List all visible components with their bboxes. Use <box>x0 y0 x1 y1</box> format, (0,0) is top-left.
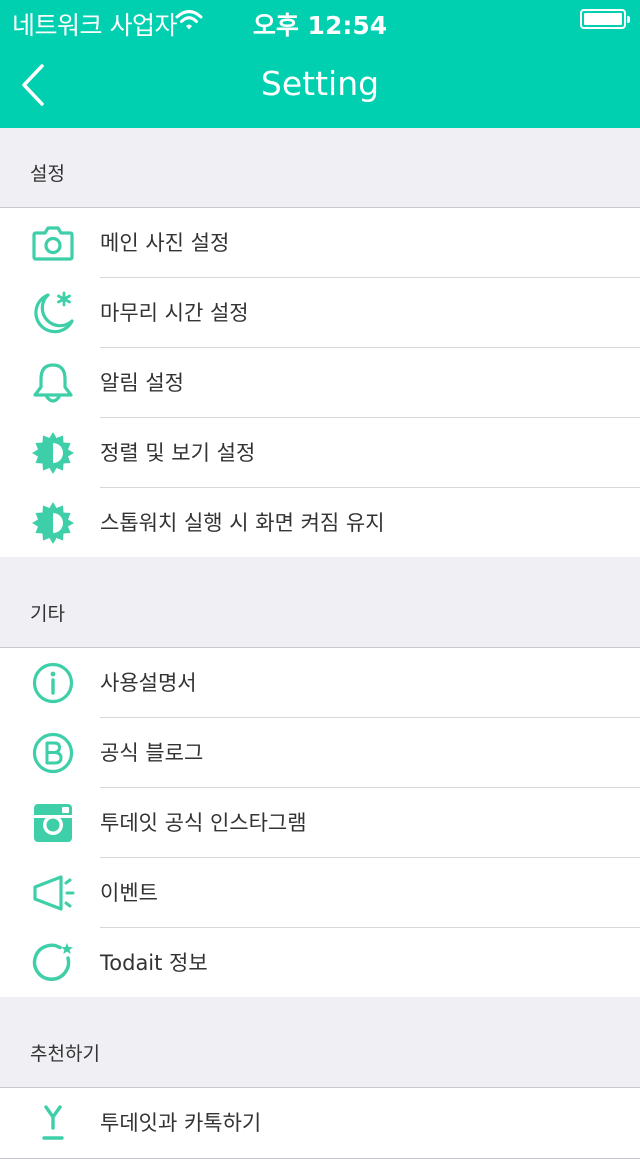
row-kakao[interactable]: 투데잇과 카톡하기 <box>0 1088 640 1158</box>
row-label: 정렬 및 보기 설정 <box>100 441 256 465</box>
info-icon <box>30 661 76 705</box>
row-blog[interactable]: 공식 블로그 <box>0 717 640 788</box>
row-event[interactable]: 이벤트 <box>0 857 640 928</box>
row-main-photo[interactable]: 메인 사진 설정 <box>0 208 640 278</box>
section-header-etc: 기타 <box>0 557 640 647</box>
row-label: 메인 사진 설정 <box>100 231 230 255</box>
row-finish-time[interactable]: 마무리 시간 설정 <box>0 277 640 348</box>
row-manual[interactable]: 사용설명서 <box>0 648 640 718</box>
instagram-icon <box>30 801 76 845</box>
row-label: 마무리 시간 설정 <box>100 301 249 325</box>
row-label: 투데잇과 카톡하기 <box>100 1111 262 1135</box>
moon-star-icon <box>30 291 76 335</box>
row-label: 스톱워치 실행 시 화면 켜짐 유지 <box>100 511 385 535</box>
row-label: Todait 정보 <box>100 951 208 975</box>
contrast-sun-icon <box>30 431 76 475</box>
row-sort-view[interactable]: 정렬 및 보기 설정 <box>0 417 640 488</box>
row-stopwatch-screen[interactable]: 스톱워치 실행 시 화면 켜짐 유지 <box>0 487 640 558</box>
row-label: 알림 설정 <box>100 371 184 395</box>
kakao-icon <box>30 1101 76 1145</box>
settings-group: 메인 사진 설정 마무리 시간 설정 알림 설정 정렬 및 보기 설정 스톱워치… <box>0 207 640 559</box>
nav-bar: Setting <box>0 40 640 128</box>
camera-icon <box>30 221 76 265</box>
megaphone-icon <box>30 871 76 915</box>
status-bar: 네트워크 사업자 오후 12:54 <box>0 0 640 40</box>
recommend-group: 투데잇과 카톡하기 <box>0 1087 640 1159</box>
bell-icon <box>30 361 76 405</box>
section-header-recommend: 추천하기 <box>0 997 640 1087</box>
row-label: 이벤트 <box>100 881 158 905</box>
todait-logo-icon <box>30 941 76 985</box>
page-title: Setting <box>260 64 380 103</box>
row-label: 사용설명서 <box>100 671 197 695</box>
row-label: 공식 블로그 <box>100 741 204 765</box>
etc-group: 사용설명서 공식 블로그 투데잇 공식 인스타그램 이벤트 Todait 정보 <box>0 647 640 999</box>
battery-icon <box>580 9 630 29</box>
section-header-settings: 설정 <box>0 128 640 208</box>
row-label: 투데잇 공식 인스타그램 <box>100 811 307 835</box>
blog-b-icon <box>30 731 76 775</box>
row-instagram[interactable]: 투데잇 공식 인스타그램 <box>0 787 640 858</box>
row-notification[interactable]: 알림 설정 <box>0 347 640 418</box>
row-todait-info[interactable]: Todait 정보 <box>0 927 640 998</box>
status-time: 오후 12:54 <box>252 11 388 40</box>
contrast-sun-icon <box>30 501 76 545</box>
